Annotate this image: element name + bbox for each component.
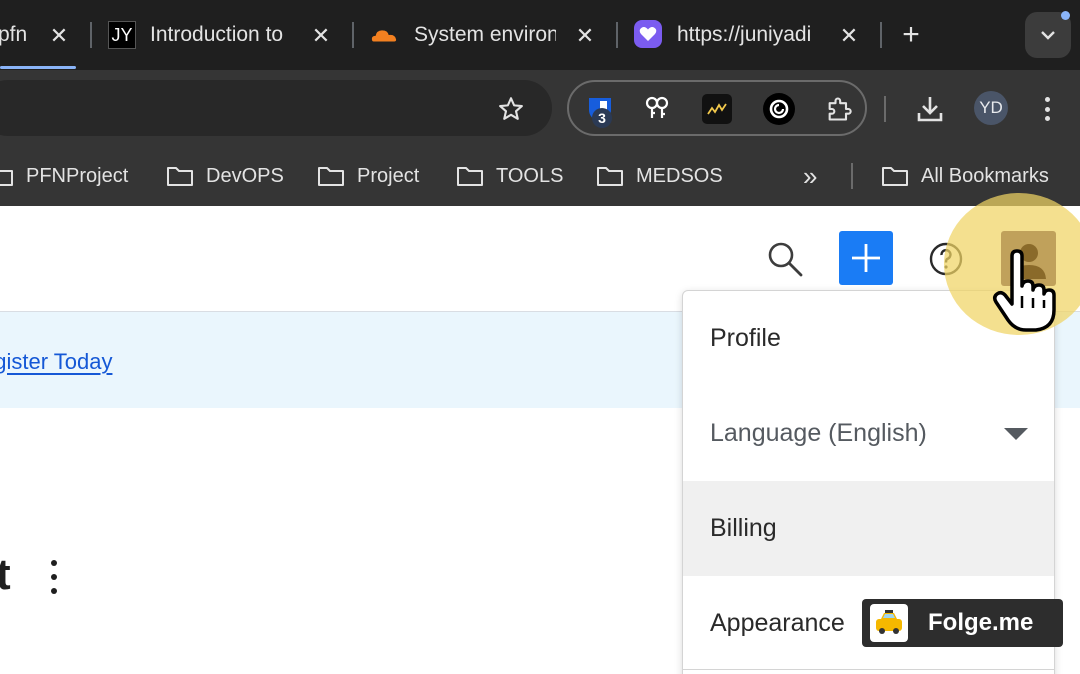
hand-cursor-icon [992,249,1056,332]
folder-icon [457,167,483,186]
puzzle-icon [828,97,852,121]
more-options-button[interactable] [44,560,64,594]
tab-title: https://juniyadi [677,23,812,46]
downloads-button[interactable] [912,92,948,126]
copilot-extension-button[interactable] [763,93,795,125]
tab-juniyadi[interactable]: https://juniyadi ✕ [626,0,876,70]
tab-introduction[interactable]: JY Introduction to ✕ [100,0,350,70]
more-vert-icon-dot [51,574,57,580]
tab-pfn[interactable]: pfn ✕ [0,0,76,70]
bookmark-label: Project [357,164,420,187]
download-icon [917,97,943,122]
folder-icon [882,167,908,186]
tab-close-icon[interactable]: ✕ [836,23,862,49]
cloudflare-icon [370,21,398,49]
keys-extension-button[interactable] [640,92,674,126]
keys-icon [645,96,669,118]
menu-item-billing[interactable]: Billing [683,481,1054,576]
search-button[interactable] [764,238,806,280]
tab-title: pfn [0,23,28,46]
bookmarks-bar: PFNProject DevOPS Project TOOLS MEDSOS »… [0,146,1080,206]
folder-icon [318,167,344,186]
tab-separator [880,22,882,48]
folder-icon [597,167,623,186]
bookmark-folder[interactable]: MEDSOS [596,146,723,206]
menu-item-label: Appearance [710,609,845,637]
heart-chat-icon [634,20,662,48]
tab-title: Introduction to [150,23,284,46]
browser-profile-avatar[interactable]: YD [974,91,1008,125]
folge-watermark: Folge.me [862,599,1063,647]
taxi-logo-icon [870,604,908,642]
active-tab-indicator [0,66,76,69]
more-vert-icon-dot [51,588,57,594]
page-title: t [0,550,11,599]
menu-item-label: Profile [710,324,781,352]
tab-close-icon[interactable]: ✕ [308,23,334,49]
tab-title: System environ [414,23,556,46]
more-vert-icon-dot [1044,116,1050,121]
register-link[interactable]: egister Today [0,349,112,375]
tab-strip: pfn ✕ JY Introduction to ✕ System enviro… [0,0,1080,70]
tab-close-icon[interactable]: ✕ [46,23,72,49]
menu-item-label: Billing [710,514,777,542]
menu-divider [683,669,1054,670]
tab-separator [616,22,618,48]
bookmarks-overflow-button[interactable]: » [803,146,817,206]
chart-extension-button[interactable] [702,94,732,124]
browser-menu-button[interactable] [1034,92,1060,126]
favicon-text: JY [111,24,133,45]
bookmark-label: PFNProject [26,164,129,187]
chart-icon [707,103,727,115]
bookmark-label: DevOPS [206,164,284,187]
tab-close-icon[interactable]: ✕ [572,23,598,49]
bookmark-folder[interactable]: Project [317,146,419,206]
copilot-icon [769,99,789,119]
caret-down-icon [1004,428,1028,440]
bookmark-label: MEDSOS [636,164,723,187]
extensions-menu-button[interactable] [822,92,856,126]
bookmark-label: TOOLS [496,164,564,187]
tab-separator [90,22,92,48]
menu-item-language[interactable]: Language (English) [683,386,1054,481]
plus-icon: + [902,18,920,51]
extension-badge: 3 [592,108,612,128]
bitwarden-extension-button[interactable]: 3 [582,92,618,128]
tab-system-environment[interactable]: System environ ✕ [362,0,612,70]
bookmark-label: All Bookmarks [921,164,1049,187]
bookmark-folder[interactable]: DevOPS [166,146,284,206]
toolbar-separator [884,96,886,122]
plus-icon [852,244,880,272]
bookmarks-separator [851,163,853,189]
notification-dot [1061,11,1070,20]
more-vert-icon [1044,97,1050,102]
more-vert-icon [51,560,57,566]
chevron-down-icon [1041,31,1055,40]
bookmark-folder[interactable]: PFNProject [0,146,128,206]
tab-search-button[interactable] [1025,11,1071,58]
folder-icon [167,167,193,186]
star-icon [499,97,523,120]
watermark-text: Folge.me [928,609,1034,636]
bookmark-folder[interactable]: TOOLS [456,146,563,206]
browser-toolbar: 3 [0,70,1080,146]
folder-icon [0,170,13,186]
address-bar[interactable] [0,80,552,136]
bookmark-star-button[interactable] [494,92,528,126]
double-chevron-icon: » [803,160,818,191]
menu-item-label: Language (English) [710,419,927,447]
search-icon [768,242,803,277]
create-button[interactable] [839,231,893,285]
more-vert-icon-dot [1044,106,1050,112]
tab-separator [352,22,354,48]
new-tab-button[interactable]: + [896,18,926,52]
jy-favicon-icon: JY [108,21,136,49]
